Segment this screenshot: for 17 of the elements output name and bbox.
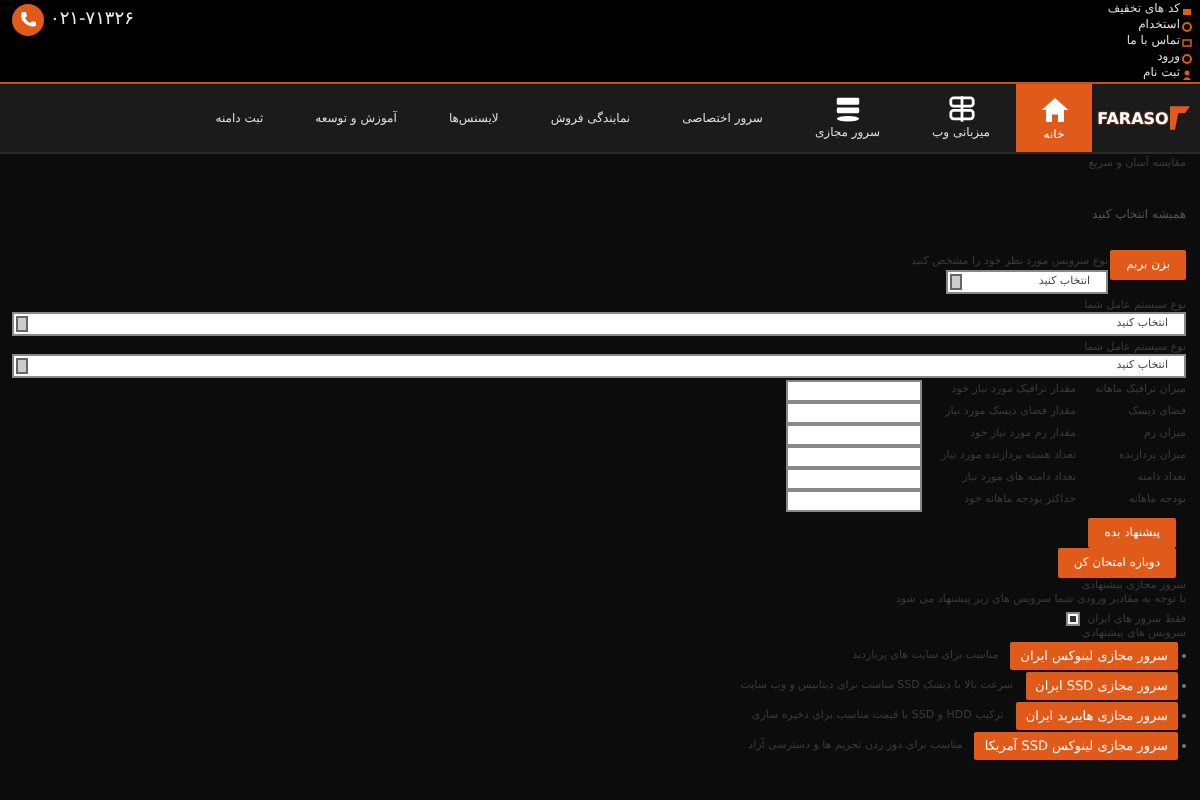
server-icon [833,96,862,122]
logo-icon [1170,106,1191,130]
input-field[interactable] [786,445,922,467]
phone-number: ۰۲۱-۷۱۳۲۶ [50,10,134,30]
input-field[interactable] [786,423,922,445]
circle-icon [1182,21,1192,31]
input-field[interactable] [786,379,922,401]
home-icon [1039,95,1069,123]
grid-icon [947,96,976,122]
input-field[interactable] [786,467,922,489]
user-icon [1182,69,1192,79]
input-field[interactable] [786,401,922,423]
circle-icon [1182,53,1192,63]
phone-icon [12,4,44,36]
input-field[interactable] [786,489,922,511]
checkbox[interactable] [1065,612,1080,626]
logo-text: FARASO [1097,109,1169,127]
